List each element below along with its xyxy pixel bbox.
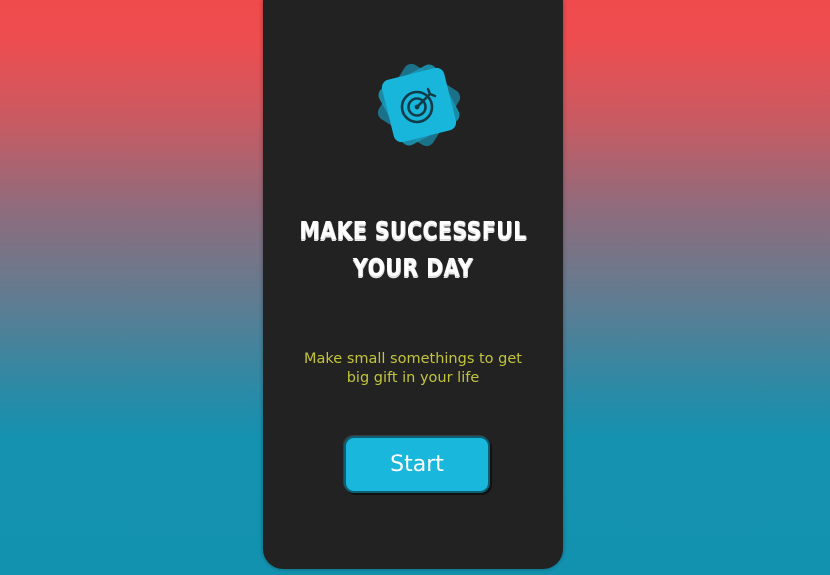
app-logo [367, 53, 467, 153]
title-line-1: MAKE SUCCESSFUL [299, 216, 527, 245]
page-title: MAKE SUCCESSFUL YOUR DAY [290, 212, 536, 286]
tagline-line-1: Make small somethings to get [304, 351, 522, 367]
app-card: MAKE SUCCESSFUL YOUR DAY Make small some… [263, 0, 563, 569]
tagline-line-2: big gift in your life [346, 370, 480, 386]
title-line-2: YOUR DAY [352, 253, 474, 282]
target-icon [400, 87, 437, 124]
start-button[interactable]: Start [344, 436, 490, 493]
tagline: Make small somethings to get big gift in… [293, 350, 533, 388]
